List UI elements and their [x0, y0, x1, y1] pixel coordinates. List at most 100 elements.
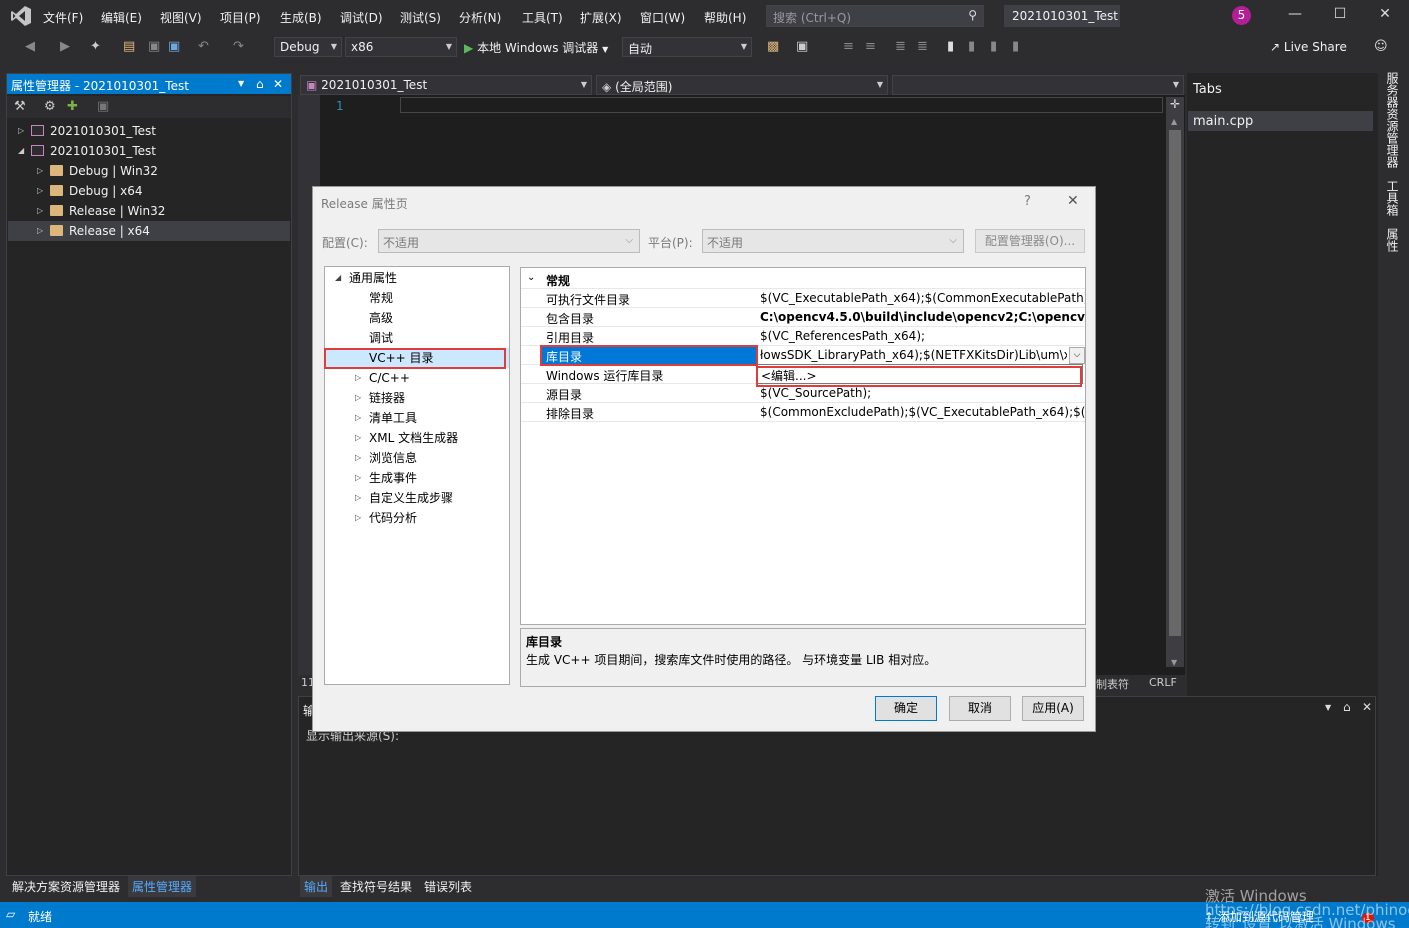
library-dirs-dropdown-button[interactable]: ⌵	[1069, 347, 1085, 364]
forward-icon[interactable]: ▶	[60, 39, 70, 54]
properties-tab[interactable]: 属性	[1384, 228, 1401, 252]
member-combo[interactable]: ▼	[892, 75, 1184, 95]
pin-icon[interactable]: ⌂	[256, 77, 264, 91]
scroll-up-icon[interactable]: ▲	[1171, 117, 1177, 126]
search-input[interactable]: 搜索 (Ctrl+Q) ⚲	[766, 5, 984, 27]
dialog-config-combo[interactable]: 不适用 ⌵	[378, 229, 640, 253]
tree-item-build-events[interactable]: ▷ 生成事件	[325, 468, 509, 488]
cancel-button[interactable]: 取消	[949, 696, 1011, 721]
tree-item-general[interactable]: 常规	[325, 288, 509, 308]
tree-item-custom-build-step[interactable]: ▷ 自定义生成步骤	[325, 488, 509, 508]
menu-window[interactable]: 窗口(W)	[640, 9, 685, 26]
bookmark-icon[interactable]: ▮	[947, 39, 954, 54]
bookmark-next-icon[interactable]: ▮	[990, 39, 997, 54]
uncomment-icon[interactable]: ≣	[917, 39, 928, 54]
menu-edit[interactable]: 编辑(E)	[101, 9, 142, 26]
tree-item-browse-info[interactable]: ▷ 浏览信息	[325, 448, 509, 468]
toolbox-tab[interactable]: 工具箱	[1384, 180, 1401, 216]
feedback-icon[interactable]: ☺	[1374, 39, 1388, 54]
menu-project[interactable]: 项目(P)	[220, 9, 261, 26]
config-manager-button[interactable]: 配置管理器(O)...	[975, 229, 1085, 253]
pin-icon[interactable]: ⌂	[1343, 700, 1351, 714]
grid-row-executable-dirs[interactable]: 可执行文件目录 $(VC_ExecutablePath_x64);$(Commo…	[521, 289, 1085, 308]
bookmark-clear-icon[interactable]: ▮	[1012, 39, 1019, 54]
dialog-platform-combo[interactable]: 不适用 ⌵	[702, 229, 964, 253]
tab-property-manager[interactable]: 属性管理器	[128, 876, 197, 897]
tree-item-linker[interactable]: ▷ 链接器	[325, 388, 509, 408]
menu-debug[interactable]: 调试(D)	[340, 9, 383, 26]
tab-find-symbol[interactable]: 查找符号结果	[336, 876, 416, 897]
tree-item-manifest-tool[interactable]: ▷ 清单工具	[325, 408, 509, 428]
tree-item-release-win32[interactable]: ▷ Release | Win32	[8, 201, 290, 221]
new-project-icon[interactable]: ✦	[90, 39, 101, 54]
tree-item-debugging[interactable]: 调试	[325, 328, 509, 348]
tree-item-debug-win32[interactable]: ▷ Debug | Win32	[8, 161, 290, 181]
window-icon[interactable]: ▣	[796, 39, 808, 54]
tree-item-code-analysis[interactable]: ▷ 代码分析	[325, 508, 509, 528]
menu-help[interactable]: 帮助(H)	[704, 9, 746, 26]
menu-test[interactable]: 测试(S)	[400, 9, 441, 26]
outdent-icon[interactable]: ≡	[865, 39, 876, 54]
tree-item-release-x64[interactable]: ▷ Release | x64	[8, 221, 290, 241]
minimize-icon[interactable]: —	[1280, 6, 1310, 22]
close-icon[interactable]: ✕	[273, 77, 283, 91]
run-mode-dropdown[interactable]: 自动 ▼	[622, 37, 752, 57]
menu-build[interactable]: 生成(B)	[280, 9, 322, 26]
visual-studio-logo-icon[interactable]	[10, 5, 32, 29]
save-sheet-icon[interactable]: ▣	[97, 100, 109, 113]
tree-item-solution[interactable]: ▷ 2021010301_Test	[8, 121, 290, 141]
server-explorer-tab[interactable]: 服务器资源管理器	[1384, 72, 1401, 168]
bookmark-prev-icon[interactable]: ▮	[968, 39, 975, 54]
back-icon[interactable]: ◀	[25, 39, 35, 54]
undo-icon[interactable]: ↶	[198, 39, 209, 54]
notification-badge[interactable]: 5	[1232, 6, 1251, 25]
library-dirs-input[interactable]: łowsSDK_LibraryPath_x64);$(NETFXKitsDir)…	[760, 348, 1067, 362]
scope-combo[interactable]: ◈ (全局范围) ▼	[596, 75, 888, 95]
grid-row-reference-dirs[interactable]: 引用目录 $(VC_ReferencesPath_x64);	[521, 327, 1085, 346]
save-all-icon[interactable]: ▣	[168, 39, 180, 54]
menu-tools[interactable]: 工具(T)	[522, 9, 563, 26]
open-file-icon[interactable]: ▤	[123, 39, 135, 54]
dropdown-icon[interactable]: ▼	[1325, 703, 1331, 712]
tab-error-list[interactable]: 错误列表	[420, 876, 476, 897]
save-icon[interactable]: ▣	[148, 39, 160, 54]
redo-icon[interactable]: ↷	[233, 39, 244, 54]
close-icon[interactable]: ✕	[1362, 700, 1372, 714]
add-sheet-icon[interactable]: ✚	[67, 100, 78, 113]
status-eol[interactable]: CRLF	[1149, 676, 1177, 689]
scroll-down-icon[interactable]: ▼	[1171, 658, 1177, 667]
dropdown-icon[interactable]: ▼	[238, 79, 244, 88]
file-combo[interactable]: ▣ 2021010301_Test ▼	[300, 75, 592, 95]
indent-icon[interactable]: ≡	[843, 39, 854, 54]
wrench-icon[interactable]: ⚒	[14, 100, 26, 113]
status-tabs[interactable]: 制表符	[1096, 676, 1129, 692]
tabs-file-item[interactable]: main.cpp	[1188, 111, 1373, 131]
menu-extensions[interactable]: 扩展(X)	[580, 9, 622, 26]
menu-view[interactable]: 视图(V)	[160, 9, 202, 26]
run-button[interactable]: ▶ 本地 Windows 调试器 ▼	[464, 39, 608, 56]
maximize-icon[interactable]: ☐	[1325, 6, 1355, 22]
tree-item-common-properties[interactable]: ◢ 通用属性	[325, 268, 509, 288]
menu-analyze[interactable]: 分析(N)	[459, 9, 501, 26]
live-share-button[interactable]: ↗ Live Share	[1270, 40, 1347, 54]
comment-icon[interactable]: ≣	[895, 39, 906, 54]
split-icon[interactable]: ✛	[1170, 97, 1180, 111]
menu-file[interactable]: 文件(F)	[43, 9, 83, 26]
editor-scrollbar-thumb[interactable]	[1169, 130, 1181, 636]
tree-item-project[interactable]: ◢ 2021010301_Test	[8, 141, 290, 161]
tab-output[interactable]: 输出	[300, 876, 333, 897]
tab-solution-explorer[interactable]: 解决方案资源管理器	[8, 876, 124, 897]
tree-item-debug-x64[interactable]: ▷ Debug | x64	[8, 181, 290, 201]
grid-row-include-dirs[interactable]: 包含目录 C:\opencv4.5.0\build\include\opencv…	[521, 308, 1085, 327]
platform-dropdown[interactable]: x86 ▼	[345, 37, 457, 57]
apply-button[interactable]: 应用(A)	[1022, 696, 1084, 721]
grid-row-exclude-dirs[interactable]: 排除目录 $(CommonExcludePath);$(VC_Executabl…	[521, 403, 1085, 422]
help-button[interactable]: ?	[1024, 194, 1031, 209]
close-window-icon[interactable]: ✕	[1370, 6, 1400, 22]
tree-item-xml-doc-generator[interactable]: ▷ XML 文档生成器	[325, 428, 509, 448]
close-icon[interactable]: ✕	[1067, 193, 1079, 209]
tree-item-c-cpp[interactable]: ▷ C/C++	[325, 368, 509, 388]
properties-icon[interactable]: ⚙	[44, 100, 56, 113]
tree-item-advanced[interactable]: 高级	[325, 308, 509, 328]
ok-button[interactable]: 确定	[875, 696, 937, 721]
